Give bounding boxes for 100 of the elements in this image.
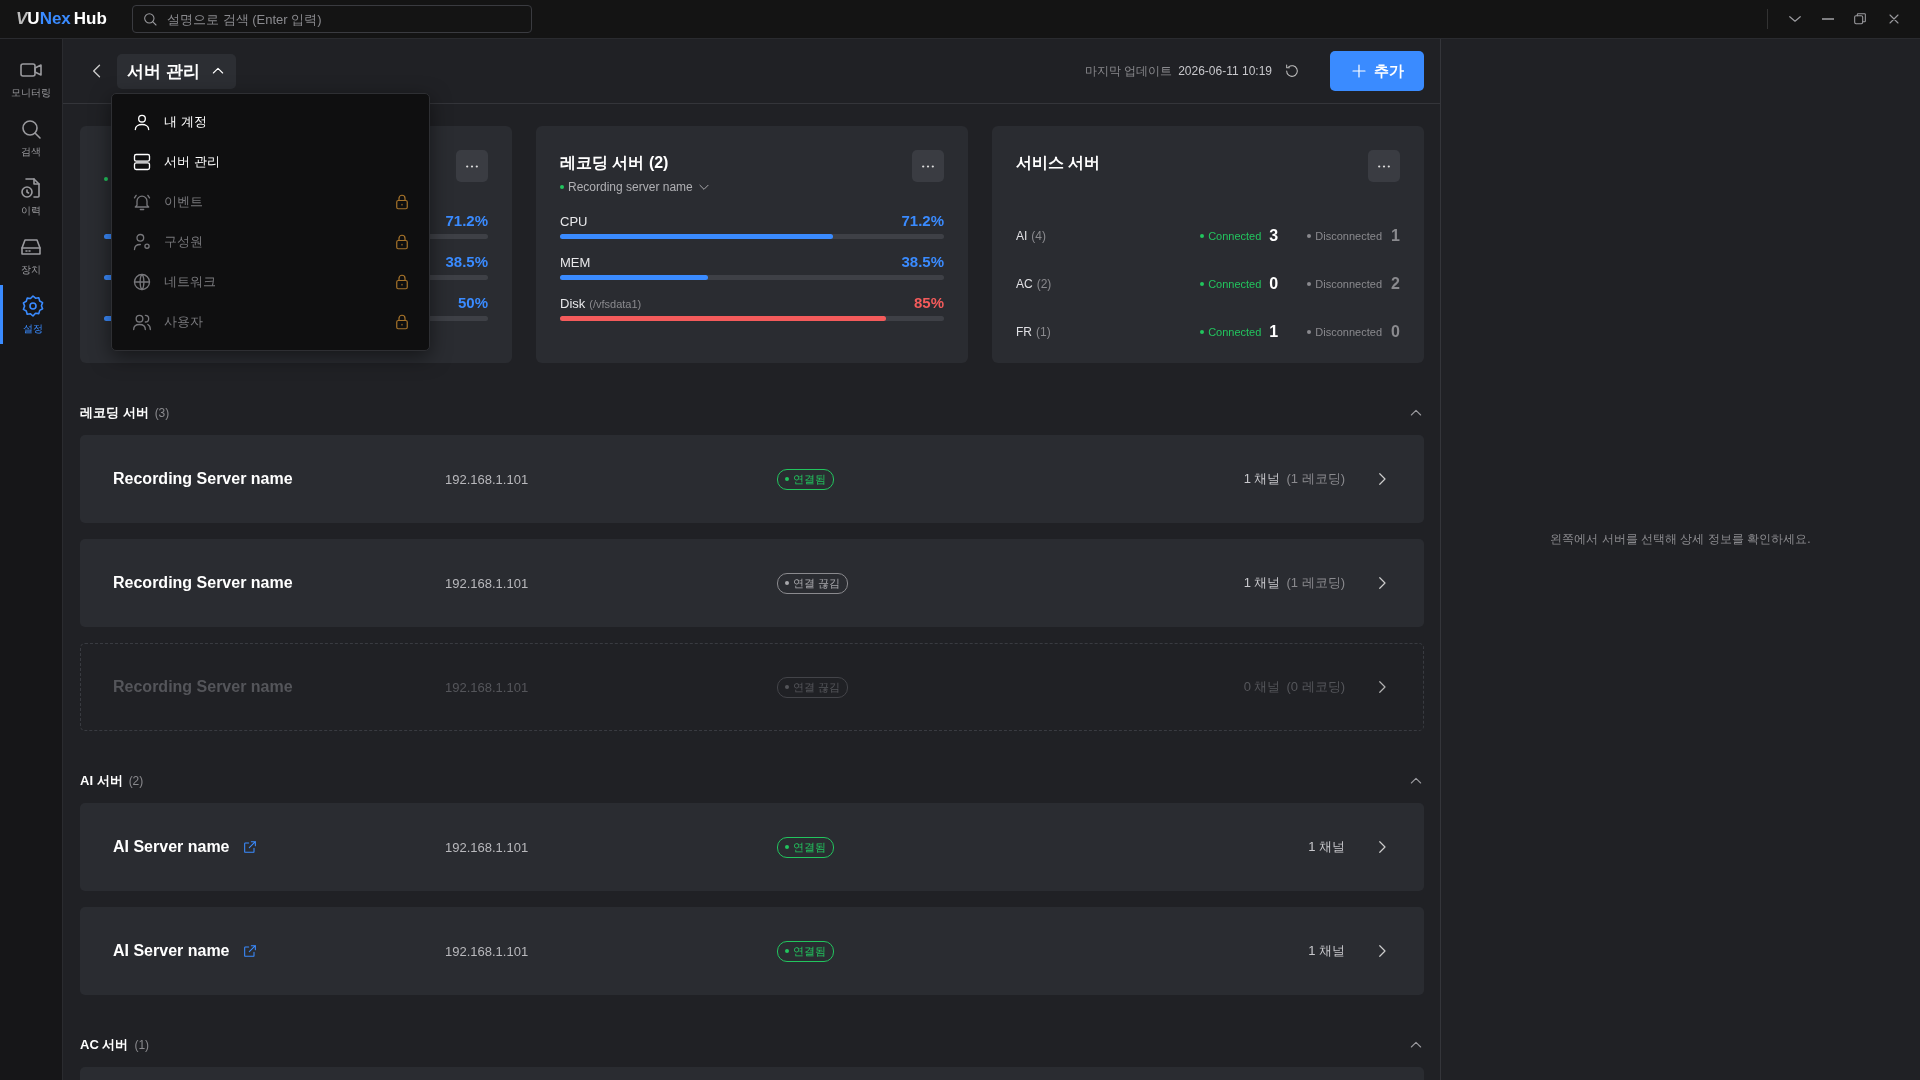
menu-item[interactable]: 이벤트	[112, 182, 429, 222]
disconnected-count: 2	[1390, 275, 1400, 293]
metric-label: MEM	[560, 255, 591, 270]
more-icon	[1378, 164, 1390, 168]
lock-icon	[393, 193, 411, 211]
bell-icon	[132, 192, 152, 212]
connected-label: Connected	[1208, 230, 1262, 242]
service-name: AI	[1016, 229, 1028, 243]
status-dot	[1200, 330, 1205, 334]
section-count: (2)	[128, 774, 144, 788]
people-icon	[132, 312, 152, 332]
server-selector[interactable]: Recording server name	[568, 180, 693, 194]
status-dot	[1200, 282, 1205, 286]
server-row[interactable]: Recording Server name 192.168.1.101 연결됨 1 채널 (1 레코딩)	[80, 435, 1424, 523]
status-dot	[1307, 282, 1312, 286]
status-dot	[1200, 234, 1205, 238]
history-file-icon	[19, 175, 43, 200]
page-title-dropdown[interactable]: 서버 관리	[117, 53, 236, 89]
globe-icon	[132, 272, 152, 292]
metric-label: CPU	[560, 214, 588, 229]
menu-item[interactable]: 구성원	[112, 222, 429, 262]
server-ip: 192.168.1.101	[445, 471, 530, 487]
menu-item[interactable]: 네트워크	[112, 262, 429, 302]
metric-value: 50%	[457, 294, 488, 311]
status-badge: 연결됨	[777, 468, 834, 490]
menu-item[interactable]: 서버 관리	[112, 142, 429, 182]
section-count: (1)	[134, 1038, 150, 1052]
search-field[interactable]: 설명으로 검색 (Enter 입력)	[132, 5, 532, 33]
card-title: 레코딩 서버 (2)	[560, 153, 670, 173]
more-icon	[466, 164, 478, 168]
status-badge: 연결됨	[777, 940, 834, 962]
person-icon	[132, 112, 152, 132]
metric-path: (/vfsdata1)	[589, 298, 642, 310]
section-title: AC 서버	[80, 1036, 129, 1054]
disconnected-label: Disconnected	[1315, 230, 1382, 242]
plus-icon	[1350, 62, 1368, 80]
channel-count: 1 채널	[1308, 942, 1345, 960]
server-row[interactable]: AI Server name 192.168.1.101 연결됨 1 채널	[80, 907, 1424, 995]
app-logo: VUNex Hub	[16, 9, 108, 29]
sidebar-item[interactable]: 장치	[0, 226, 62, 285]
lock-icon	[393, 233, 411, 251]
disconnected-label: Disconnected	[1315, 278, 1382, 290]
status-badge: 연결됨	[777, 836, 834, 858]
status-badge: 연결 끊김	[777, 572, 849, 594]
refresh-icon	[1284, 63, 1300, 79]
person-gear-icon	[132, 232, 152, 252]
search-icon	[142, 11, 158, 27]
external-link-icon	[241, 943, 258, 959]
server-name: AI Server name	[113, 942, 230, 960]
disconnected-count: 0	[1390, 323, 1400, 341]
menu-item[interactable]: 내 계정	[112, 102, 429, 142]
disconnected-label: Disconnected	[1315, 326, 1382, 338]
status-dot	[1307, 234, 1312, 238]
lock-icon	[393, 273, 411, 291]
channel-count: 1 채널	[1243, 470, 1281, 488]
section-title: 레코딩 서버	[80, 404, 149, 422]
last-update-label: 마지막 업데이트	[1084, 62, 1173, 80]
service-count: (4)	[1031, 229, 1046, 243]
server-name: Recording Server name	[113, 470, 293, 488]
server-row[interactable]: AI Server name 192.168.1.101 연결됨 1 채널	[80, 803, 1424, 891]
connected-label: Connected	[1208, 278, 1262, 290]
server-ip: 192.168.1.101	[445, 575, 530, 591]
channel-count: 1 채널	[1308, 838, 1345, 856]
service-name: AC	[1016, 277, 1033, 291]
card-title: 서비스 서버	[1016, 153, 1101, 173]
server-icon	[132, 152, 152, 172]
lock-icon	[393, 313, 411, 331]
server-row[interactable]: Recording Server name 192.168.1.101 연결 끊김 1 채널 (1 레코딩)	[80, 539, 1424, 627]
sidebar-item[interactable]: 검색	[0, 108, 62, 167]
metric-value: 71.2%	[901, 212, 944, 229]
metric-label: Disk	[560, 296, 586, 311]
menu-item[interactable]: 사용자	[112, 302, 429, 342]
metric-value: 38.5%	[445, 253, 488, 270]
service-name: FR	[1016, 325, 1032, 339]
connected-count: 1	[1269, 323, 1280, 341]
restore-icon	[1852, 11, 1868, 27]
metric-value: 85%	[913, 294, 944, 311]
sidebar-item[interactable]: 설정	[0, 285, 62, 344]
service-count: (1)	[1036, 325, 1051, 339]
settings-icon	[20, 293, 45, 318]
empty-detail-message: 왼쪽에서 서버를 선택해 상세 정보를 확인하세요.	[1550, 531, 1811, 548]
recording-count: (1 레코딩)	[1286, 574, 1345, 592]
server-ip: 192.168.1.101	[445, 839, 530, 855]
sidebar-item[interactable]: 이력	[0, 167, 62, 226]
status-dot	[1307, 330, 1312, 334]
server-ip: 192.168.1.101	[445, 943, 530, 959]
disconnected-count: 1	[1390, 227, 1400, 245]
last-update-time: 2026-06-11 10:19	[1178, 64, 1272, 78]
server-name: Recording Server name	[113, 574, 293, 592]
external-link-icon	[241, 839, 258, 855]
channel-count: 1 채널	[1243, 574, 1281, 592]
minimize-icon	[1822, 18, 1834, 20]
sidebar-item[interactable]: 모니터링	[0, 49, 62, 108]
recording-count: (1 레코딩)	[1286, 470, 1345, 488]
section-count: (3)	[154, 406, 170, 420]
metric-value: 38.5%	[901, 253, 944, 270]
service-count: (2)	[1036, 277, 1052, 291]
connected-count: 3	[1269, 227, 1280, 245]
more-icon	[922, 164, 934, 168]
section-title: AI 서버	[80, 772, 123, 790]
